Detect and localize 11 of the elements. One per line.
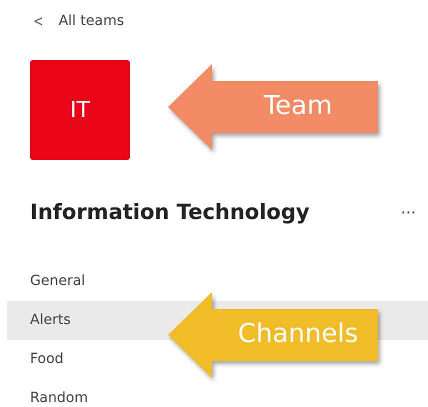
back-icon[interactable]: <	[33, 12, 44, 30]
callout-label: Channels	[236, 318, 360, 351]
channel-item[interactable]: Alerts	[30, 312, 71, 329]
back-link[interactable]: All teams	[58, 13, 124, 29]
channel-item[interactable]: Food	[30, 351, 64, 368]
more-options-button[interactable]: ···	[396, 202, 420, 222]
channel-item[interactable]: General	[30, 273, 86, 290]
team-avatar: IT	[30, 60, 130, 160]
team-name: Information Technology	[30, 200, 310, 224]
callout-label: Team	[262, 90, 334, 123]
channel-item[interactable]: Random	[30, 390, 88, 407]
